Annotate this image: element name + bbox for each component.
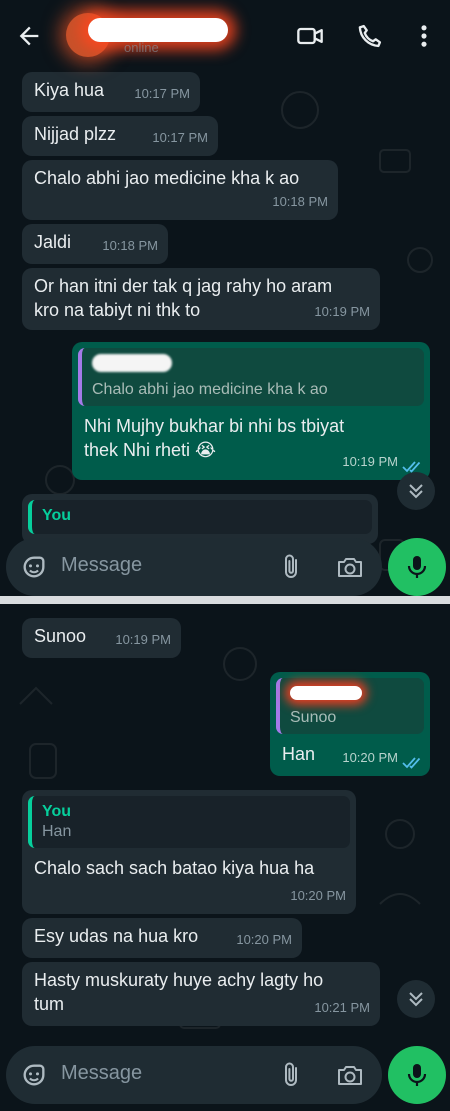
message-bubble[interactable]: You (22, 494, 378, 544)
mic-icon (407, 1064, 427, 1086)
quoted-text: Sunoo (290, 709, 337, 726)
more-options-icon[interactable] (410, 22, 438, 50)
chat-screen-top: online Kiya hua 10:17 PM Nijjad plzz 10:… (0, 0, 450, 604)
message-time: 10:20 PM (236, 932, 292, 947)
message-time: 10:20 PM (290, 888, 346, 903)
double-check-icon (402, 461, 421, 473)
message-bubble[interactable]: Nijjad plzz 10:17 PM (22, 116, 218, 156)
contact-name-redacted[interactable] (88, 18, 228, 42)
quoted-reply[interactable]: You Han (28, 796, 350, 848)
message-input[interactable]: Message (61, 1062, 142, 1085)
video-call-icon[interactable] (296, 22, 324, 50)
message-bubble[interactable]: Chalo abhi jao medicine kha k ao 10:18 P… (22, 160, 338, 220)
message-bubble[interactable]: You Han Chalo sach sach batao kiya hua h… (22, 790, 356, 914)
message-input-bar[interactable]: Message (6, 1046, 382, 1104)
message-time: 10:19 PM (314, 304, 370, 319)
quoted-reply[interactable]: You (28, 500, 372, 534)
message-bubble[interactable]: Hasty muskuraty huye achy lagty ho tum 1… (22, 962, 380, 1026)
message-time: 10:17 PM (134, 86, 190, 101)
mic-button[interactable] (388, 1046, 446, 1104)
message-text: Chalo sach sach batao kiya hua ha (34, 858, 315, 878)
message-text: Jaldi (34, 232, 72, 252)
scroll-down-icon (409, 992, 423, 1007)
message-time: 10:17 PM (152, 130, 208, 145)
message-bubble[interactable]: Kiya hua 10:17 PM (22, 72, 200, 112)
chat-screen-bottom: Sunoo 10:19 PM Sunoo Han 10:20 PM You Ha… (0, 604, 450, 1111)
chat-header: online (0, 0, 450, 70)
screenshot-divider (0, 596, 450, 604)
message-text: Esy udas na hua kro (34, 926, 199, 946)
message-time: 10:19 PM (342, 454, 398, 469)
camera-icon[interactable] (336, 1062, 364, 1088)
message-bubble[interactable]: Jaldi 10:18 PM (22, 224, 168, 264)
message-text: Kiya hua (34, 80, 105, 100)
back-arrow-icon[interactable] (14, 22, 44, 50)
attach-icon[interactable] (280, 553, 304, 581)
quoted-reply[interactable]: Chalo abhi jao medicine kha k ao (78, 348, 424, 406)
message-input-bar[interactable]: Message (6, 538, 382, 596)
message-bubble-outgoing[interactable]: Chalo abhi jao medicine kha k ao Nhi Muj… (72, 342, 430, 480)
message-text-line: Hasty muskuraty huye achy lagty ho (34, 970, 324, 990)
quoted-text: Chalo abhi jao medicine kha k ao (92, 381, 328, 398)
message-text-line: Nhi Mujhy bukhar bi nhi bs tbiyat (84, 416, 345, 436)
mic-icon (407, 556, 427, 578)
sticker-icon[interactable] (20, 553, 48, 581)
message-text: Chalo abhi jao medicine kha k ao (34, 168, 300, 188)
message-time: 10:21 PM (314, 1000, 370, 1015)
message-bubble[interactable]: Esy udas na hua kro 10:20 PM (22, 918, 302, 958)
quoted-author-redacted (92, 354, 172, 372)
message-bubble[interactable]: Or han itni der tak q jag rahy ho aram k… (22, 268, 380, 330)
double-check-icon (402, 757, 421, 769)
mic-button[interactable] (388, 538, 446, 596)
message-time: 10:18 PM (102, 238, 158, 253)
message-time: 10:18 PM (272, 194, 328, 209)
message-text: Sunoo (34, 626, 87, 646)
message-time: 10:19 PM (115, 632, 171, 647)
contact-status: online (124, 40, 159, 55)
message-text: Nijjad plzz (34, 124, 117, 144)
message-time: 10:20 PM (342, 750, 398, 765)
quoted-author: You (42, 507, 72, 524)
quoted-reply[interactable]: Sunoo (276, 678, 424, 734)
message-input[interactable]: Message (61, 554, 142, 577)
message-bubble[interactable]: Sunoo 10:19 PM (22, 618, 181, 658)
message-bubble-outgoing[interactable]: Sunoo Han 10:20 PM (270, 672, 430, 776)
scroll-down-icon (409, 484, 423, 499)
camera-icon[interactable] (336, 554, 364, 580)
quoted-author-redacted (290, 686, 362, 700)
quoted-text: Han (42, 823, 72, 840)
sticker-icon[interactable] (20, 1061, 48, 1089)
quoted-author: You (42, 803, 72, 820)
scroll-to-bottom-button[interactable] (397, 472, 435, 510)
scroll-to-bottom-button[interactable] (397, 980, 435, 1018)
voice-call-icon[interactable] (356, 22, 384, 50)
message-text-line: Or han itni der tak q jag rahy ho aram (34, 276, 333, 296)
attach-icon[interactable] (280, 1061, 304, 1089)
